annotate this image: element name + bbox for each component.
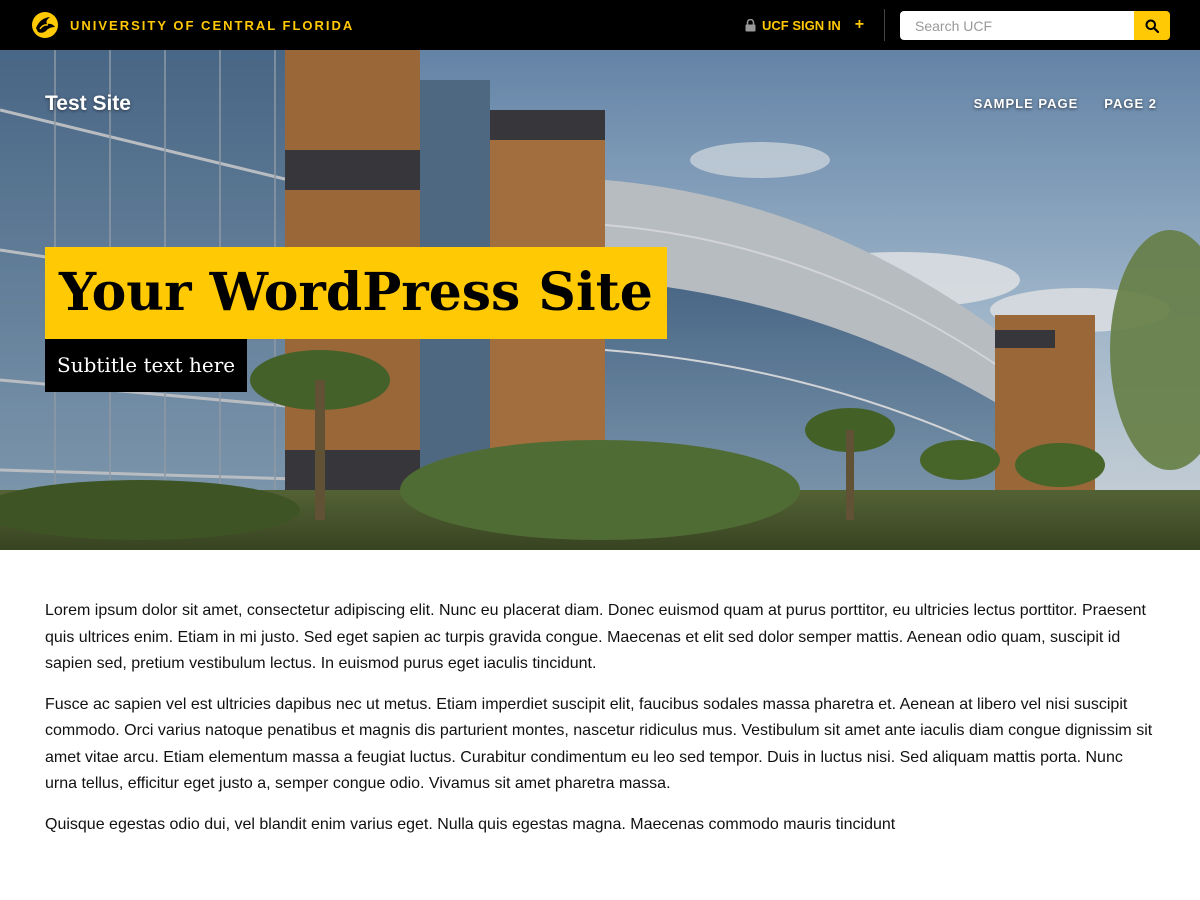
primary-nav: SAMPLE PAGE PAGE 2 [974, 96, 1157, 111]
content-paragraph: Quisque egestas odio dui, vel blandit en… [45, 815, 896, 833]
search-icon [1145, 19, 1159, 33]
nav-item-page-2[interactable]: PAGE 2 [1104, 96, 1157, 111]
sign-in-label: UCF SIGN IN [762, 17, 841, 33]
hero-banner: Test Site SAMPLE PAGE PAGE 2 Your WordPr… [0, 50, 1200, 550]
ucf-search-form [900, 11, 1170, 40]
content-paragraph: Lorem ipsum dolor sit amet, consectetur … [45, 602, 1146, 672]
site-title-link[interactable]: Test Site [45, 92, 131, 116]
header-divider [884, 9, 885, 41]
ucf-sign-in-link[interactable]: UCF SIGN IN + [745, 16, 864, 34]
hero-title: Your WordPress Site [45, 247, 667, 339]
search-button[interactable] [1134, 11, 1170, 40]
nav-item-sample-page[interactable]: SAMPLE PAGE [974, 96, 1079, 111]
content-paragraph: Fusce ac sapien vel est ultricies dapibu… [45, 695, 1153, 793]
lock-icon [745, 18, 756, 31]
main-content: Lorem ipsum dolor sit amet, consectetur … [45, 598, 1155, 852]
ucf-header-bar: UNIVERSITY OF CENTRAL FLORIDA UCF SIGN I… [0, 0, 1200, 50]
search-input[interactable] [900, 11, 1134, 40]
sign-in-plus-icon: + [854, 16, 865, 33]
ucf-pegasus-icon[interactable] [30, 10, 60, 40]
university-name-link[interactable]: UNIVERSITY OF CENTRAL FLORIDA [70, 18, 354, 33]
hero-subtitle: Subtitle text here [45, 339, 248, 392]
